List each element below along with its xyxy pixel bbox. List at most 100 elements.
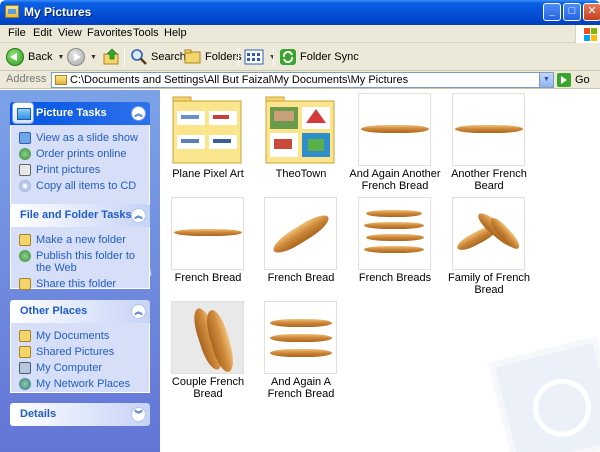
menu-favorites[interactable]: Favorites [87, 27, 132, 39]
bread-image [366, 234, 424, 241]
back-label: Back [28, 51, 53, 63]
file-name[interactable]: French Bread [253, 272, 349, 284]
image-couple-french-bread[interactable] [171, 301, 244, 374]
folder-plane-pixel-art[interactable] [171, 93, 244, 166]
folder-sync-button[interactable]: Folder Sync [279, 46, 359, 68]
bread-image [269, 210, 333, 258]
slideshow-icon [19, 132, 31, 144]
expand-chevron-icon[interactable]: ︾ [131, 407, 146, 422]
task-copy-to-cd[interactable]: Copy all items to CD [19, 180, 149, 192]
cd-icon [19, 180, 31, 192]
file-name[interactable]: French Breads [347, 272, 443, 284]
folders-label: Folders [205, 51, 242, 63]
views-button[interactable]: ▼ [244, 46, 276, 68]
details-panel: Details ︾ [10, 403, 150, 426]
image-french-bread-2[interactable] [264, 197, 337, 270]
back-button[interactable]: Back ▼ [6, 46, 64, 68]
folder-icon [55, 75, 67, 85]
folder-thumbnail-icon [265, 96, 335, 164]
menu-help[interactable]: Help [164, 27, 187, 39]
file-name[interactable]: And Again A French Bread [253, 376, 349, 400]
task-new-folder[interactable]: Make a new folder [19, 234, 149, 246]
bread-image [361, 125, 429, 133]
details-header[interactable]: Details ︾ [10, 403, 150, 426]
folders-button[interactable]: Folders [184, 46, 242, 68]
go-button[interactable]: Go [557, 72, 590, 88]
file-folder-tasks-title: File and Folder Tasks [20, 209, 132, 221]
collapse-chevron-icon[interactable]: ︽ [131, 304, 146, 319]
place-my-network[interactable]: My Network Places [19, 378, 149, 390]
folder-thumbnail-icon [172, 96, 242, 164]
forward-arrow-icon [67, 48, 85, 66]
search-button[interactable]: Search [130, 46, 186, 68]
picture-tasks-header[interactable]: Picture Tasks ︽ [10, 102, 150, 125]
file-view[interactable]: Plane Pixel Art TheoTown And Again Anoth… [160, 90, 600, 452]
file-name[interactable]: And Again Another French Bread [347, 168, 443, 192]
publish-web-icon [19, 250, 31, 262]
globe-icon [19, 148, 31, 160]
task-publish-web[interactable]: Publish this folder to the Web [19, 250, 149, 274]
place-my-computer[interactable]: My Computer [19, 362, 149, 374]
windows-logo-icon [575, 25, 600, 43]
minimize-button[interactable]: _ [543, 3, 561, 21]
chevron-down-icon[interactable]: ▼ [57, 54, 64, 61]
file-folder-tasks-header[interactable]: File and Folder Tasks ︽ [10, 204, 150, 227]
file-name[interactable]: French Bread [160, 272, 256, 284]
image-french-breads[interactable] [358, 197, 431, 270]
up-folder-icon [103, 48, 119, 65]
image-family-of-french-bread[interactable] [452, 197, 525, 270]
bread-image [366, 210, 422, 217]
bread-image [270, 349, 332, 357]
share-folder-icon [19, 278, 31, 290]
title-bar[interactable]: My Pictures _ □ ✕ [0, 0, 600, 25]
chevron-down-icon[interactable]: ▼ [539, 73, 553, 87]
folder-theotown[interactable] [264, 93, 337, 166]
image-french-bread-1[interactable] [171, 197, 244, 270]
other-places-title: Other Places [20, 305, 88, 317]
collapse-chevron-icon[interactable]: ︽ [131, 208, 146, 223]
shared-pictures-icon [19, 346, 31, 358]
task-order-prints[interactable]: Order prints online [19, 148, 149, 160]
chevron-down-icon[interactable]: ▼ [90, 54, 97, 61]
task-slideshow[interactable]: View as a slide show [19, 132, 149, 144]
bread-image [270, 334, 332, 342]
task-print-pictures[interactable]: Print pictures [19, 164, 149, 176]
printer-icon [19, 164, 31, 176]
task-share-folder[interactable]: Share this folder [19, 278, 149, 290]
toolbar: Back ▼ ▼ Search Folders ▼ [0, 43, 600, 71]
menu-tools[interactable]: Tools [133, 27, 159, 39]
task-pane: Picture Tasks ︽ View as a slide show Ord… [0, 90, 160, 452]
search-label: Search [151, 51, 186, 63]
menu-view[interactable]: View [58, 27, 82, 39]
file-name[interactable]: Couple French Bread [160, 376, 256, 400]
forward-button[interactable]: ▼ [67, 46, 97, 68]
maximize-button[interactable]: □ [563, 3, 581, 21]
folder-icon [5, 5, 19, 18]
menu-bar: File Edit View Favorites Tools Help [0, 25, 600, 43]
watermark-image [488, 336, 600, 452]
other-places-header[interactable]: Other Places ︽ [10, 300, 150, 323]
back-arrow-icon [6, 48, 24, 66]
collapse-chevron-icon[interactable]: ︽ [131, 106, 146, 121]
file-name[interactable]: Plane Pixel Art [160, 168, 256, 180]
file-name[interactable]: Family of French Bread [441, 272, 537, 296]
menu-file[interactable]: File [8, 27, 26, 39]
place-my-documents[interactable]: My Documents [19, 330, 149, 342]
bread-image [364, 246, 424, 253]
image-and-again-a-french-bread[interactable] [264, 301, 337, 374]
other-places-panel: Other Places ︽ My Documents Shared Pictu… [10, 300, 150, 393]
file-name[interactable]: Another French Beard [441, 168, 537, 192]
menu-edit[interactable]: Edit [33, 27, 52, 39]
file-name[interactable]: TheoTown [253, 168, 349, 180]
new-folder-icon [19, 234, 31, 246]
address-label: Address [6, 73, 47, 85]
bread-image [455, 125, 523, 133]
image-another-french-beard[interactable] [452, 93, 525, 166]
close-button[interactable]: ✕ [583, 3, 600, 21]
image-and-again-another-french-bread[interactable] [358, 93, 431, 166]
picture-tasks-icon [12, 102, 34, 124]
address-input[interactable]: C:\Documents and Settings\All But Faizal… [51, 72, 554, 88]
up-folder-button[interactable] [103, 46, 121, 68]
sync-icon [280, 49, 296, 65]
place-shared-pictures[interactable]: Shared Pictures [19, 346, 149, 358]
